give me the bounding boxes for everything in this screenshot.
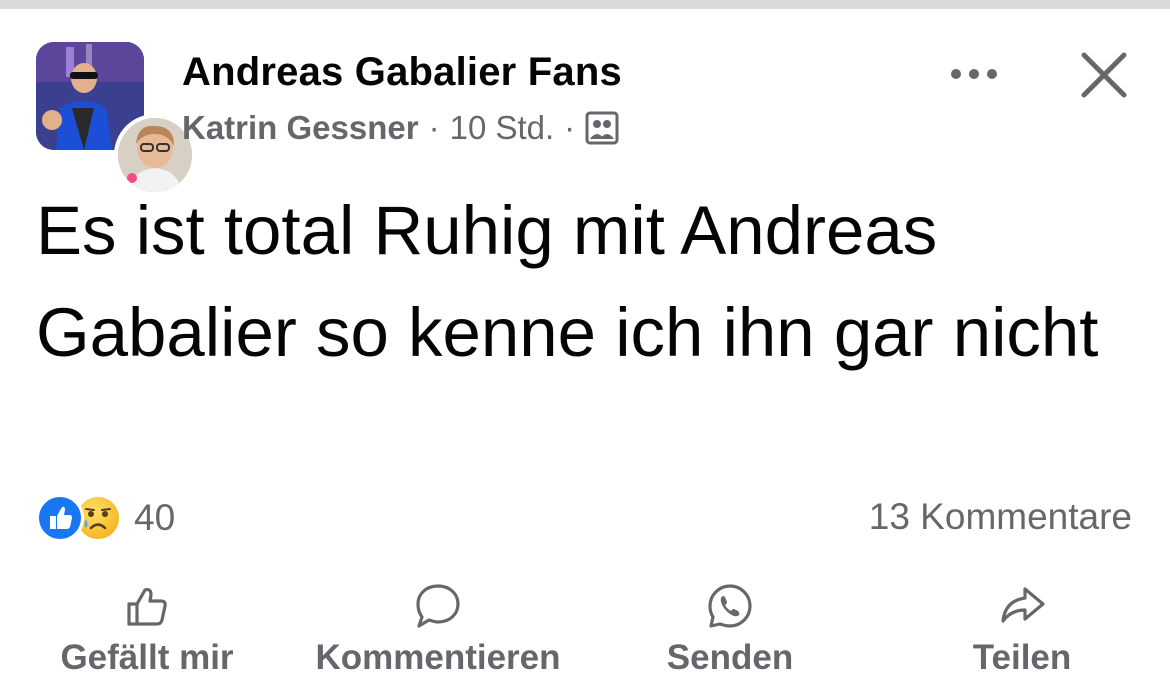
more-options-button[interactable]	[940, 52, 1008, 96]
post-meta: Katrin Gessner · 10 Std. ·	[182, 108, 619, 148]
group-members-icon[interactable]	[585, 111, 619, 145]
send-label: Senden	[666, 638, 794, 677]
send-button[interactable]: Senden	[652, 580, 808, 680]
comments-count[interactable]: 13 Kommentare	[869, 496, 1132, 538]
more-dots-icon	[951, 69, 997, 79]
whatsapp-icon	[704, 580, 756, 632]
post-actions: Gefällt mir Kommentieren Senden Teilen	[0, 580, 1170, 680]
author-name[interactable]: Katrin Gessner	[182, 109, 419, 147]
comment-button[interactable]: Kommentieren	[296, 580, 580, 680]
post-avatars[interactable]	[36, 42, 196, 196]
like-label: Gefällt mir	[60, 638, 234, 677]
close-button[interactable]	[1074, 47, 1134, 103]
meta-separator: ·	[564, 109, 576, 146]
reactions-summary[interactable]: 40	[36, 492, 175, 544]
meta-separator: ·	[428, 109, 440, 146]
like-reaction-icon	[36, 494, 84, 542]
comment-label: Kommentieren	[315, 638, 561, 677]
top-divider	[0, 0, 1170, 9]
close-icon	[1081, 52, 1127, 98]
post-time[interactable]: 10 Std.	[450, 109, 555, 147]
share-label: Teilen	[972, 638, 1072, 677]
group-name[interactable]: Andreas Gabalier Fans	[182, 50, 622, 95]
reaction-count: 40	[134, 497, 176, 538]
share-arrow-icon	[996, 580, 1048, 632]
comment-bubble-icon	[412, 580, 464, 632]
post-text: Es ist total Ruhig mit Andreas Gabalier …	[36, 192, 1099, 371]
like-button[interactable]: Gefällt mir	[40, 580, 254, 680]
share-button[interactable]: Teilen	[960, 580, 1084, 680]
thumbs-up-icon	[121, 580, 173, 632]
